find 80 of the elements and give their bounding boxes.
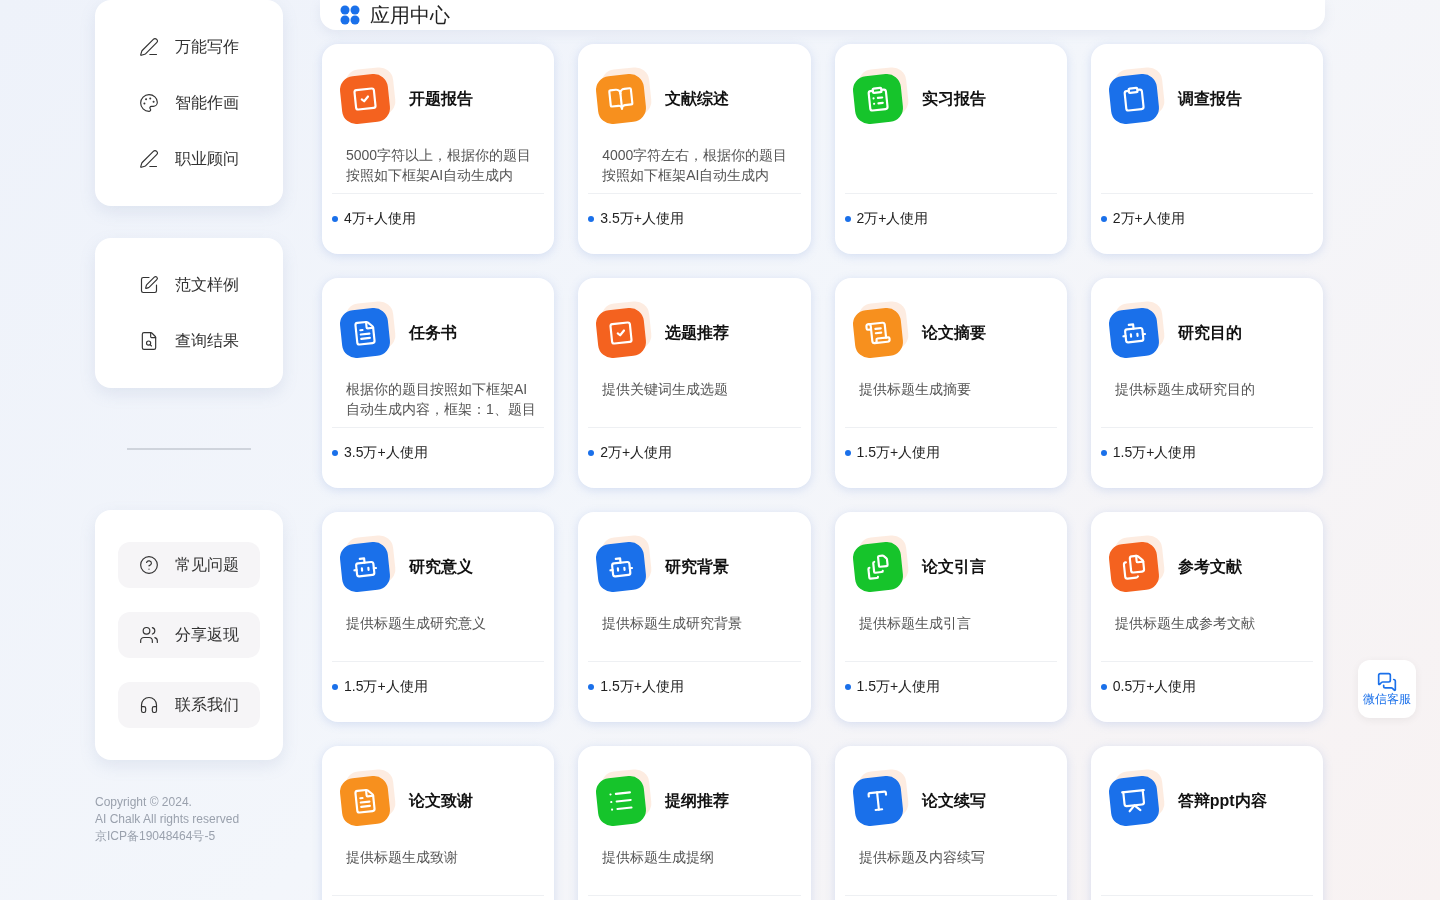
app-description: 提供关键词生成选题 <box>602 380 730 399</box>
sidebar-item-icon <box>139 695 159 715</box>
app-description: 提供标题生成提纲 <box>602 848 716 867</box>
app-card[interactable]: 提纲推荐 提供标题生成提纲 <box>578 746 811 900</box>
copyright-text: AI Chalk All rights reserved <box>95 811 241 828</box>
app-title: 文献综述 <box>665 89 730 109</box>
app-card[interactable]: 论文引言 提供标题生成引言 1.5万+人使用 <box>834 512 1067 722</box>
app-title: 论文续写 <box>921 791 986 811</box>
app-description: 提供标题生成摘要 <box>858 380 972 399</box>
app-title: 研究意义 <box>409 557 473 577</box>
app-description: 提供标题生成参考文献 <box>1114 614 1256 633</box>
sidebar-item[interactable]: 分享返现 <box>118 612 260 658</box>
usage-count: 0.5万+人使用 <box>1112 677 1197 696</box>
app-card[interactable]: 任务书 根据你的题目按照如下框架AI 自动生成内容，框架：1、题目 3.5万+人使用 <box>322 278 555 488</box>
app-title: 研究背景 <box>665 557 730 577</box>
app-card[interactable]: 论文摘要 提供标题生成摘要 1.5万+人使用 <box>834 278 1067 488</box>
app-card[interactable]: 选题推荐 提供关键词生成选题 2万+人使用 <box>578 278 811 488</box>
app-title: 研究目的 <box>1177 323 1242 343</box>
copyright-text: 京ICP备19048464号-5 <box>95 828 217 845</box>
chat-icon <box>1377 672 1397 692</box>
app-card[interactable]: 论文续写 提供标题及内容续写 <box>834 746 1067 900</box>
app-title: 开题报告 <box>409 89 473 109</box>
app-title: 任务书 <box>409 323 457 343</box>
wechat-service-button[interactable]: 微信客服 <box>1358 660 1416 718</box>
app-title: 论文引言 <box>921 557 986 577</box>
usage-count: 3.5万+人使用 <box>344 443 428 462</box>
app-card[interactable]: 开题报告 5000字符以上，根据你的题目 按照如下框架AI自动生成内 4万+人使用 <box>322 44 555 254</box>
app-description: 4000字符左右，根据你的题目 按照如下框架AI自动生成内 <box>602 146 789 185</box>
grid-icon <box>340 5 360 25</box>
sidebar-item-icon <box>139 331 159 351</box>
usage-count: 2万+人使用 <box>856 209 929 228</box>
app-card[interactable]: 文献综述 4000字符左右，根据你的题目 按照如下框架AI自动生成内 3.5万+人使用 <box>578 44 811 254</box>
usage-count: 3.5万+人使用 <box>600 209 684 228</box>
sidebar-item-icon <box>139 37 159 57</box>
sidebar-item-icon <box>139 275 159 295</box>
usage-count: 1.5万+人使用 <box>1112 443 1197 462</box>
app-title: 答辩ppt内容 <box>1177 791 1267 811</box>
page-title: 应用中心 <box>370 3 450 28</box>
sidebar-item[interactable]: 智能作画 <box>139 86 239 120</box>
app-title: 提纲推荐 <box>665 791 730 811</box>
app-description: 提供标题生成研究目的 <box>1114 380 1256 399</box>
sidebar-item[interactable]: 常见问题 <box>118 542 260 588</box>
sidebar-item[interactable]: 联系我们 <box>118 682 260 728</box>
app-card[interactable]: 答辩ppt内容 <box>1090 746 1323 900</box>
app-card[interactable]: 调查报告 2万+人使用 <box>1090 44 1323 254</box>
usage-count: 2万+人使用 <box>1112 209 1185 228</box>
app-description: 5000字符以上，根据你的题目 按照如下框架AI自动生成内 <box>346 146 533 185</box>
app-description: 提供标题生成研究背景 <box>602 614 744 633</box>
usage-count: 1.5万+人使用 <box>856 677 941 696</box>
app-card[interactable]: 实习报告 2万+人使用 <box>834 44 1067 254</box>
sidebar-item-icon <box>139 625 159 645</box>
usage-count: 2万+人使用 <box>600 443 673 462</box>
usage-count: 1.5万+人使用 <box>344 677 428 696</box>
sidebar-item[interactable]: 万能写作 <box>139 30 239 64</box>
sidebar-item[interactable]: 范文样例 <box>139 268 239 302</box>
app-card[interactable]: 参考文献 提供标题生成参考文献 0.5万+人使用 <box>1090 512 1323 722</box>
sidebar-item-icon <box>139 93 159 113</box>
app-title: 调查报告 <box>1177 89 1242 109</box>
usage-count: 1.5万+人使用 <box>856 443 941 462</box>
app-card[interactable]: 研究背景 提供标题生成研究背景 1.5万+人使用 <box>578 512 811 722</box>
copyright-text: Copyright © 2024. <box>95 794 193 811</box>
app-description: 提供标题生成引言 <box>858 614 972 633</box>
sidebar-item[interactable]: 查询结果 <box>139 324 239 358</box>
app-title: 论文摘要 <box>921 323 986 343</box>
app-title: 选题推荐 <box>665 323 730 343</box>
app-description: 提供标题生成研究意义 <box>346 614 487 633</box>
usage-count: 1.5万+人使用 <box>600 677 684 696</box>
app-description: 根据你的题目按照如下框架AI 自动生成内容，框架：1、题目 <box>346 380 537 419</box>
usage-count: 4万+人使用 <box>344 209 416 228</box>
sidebar-item-icon <box>139 149 159 169</box>
app-title: 实习报告 <box>921 89 986 109</box>
sidebar-item-icon <box>139 555 159 575</box>
app-description: 提供标题及内容续写 <box>858 848 986 867</box>
app-title: 参考文献 <box>1177 557 1242 577</box>
app-card[interactable]: 研究意义 提供标题生成研究意义 1.5万+人使用 <box>322 512 555 722</box>
sidebar-item[interactable]: 职业顾问 <box>139 142 239 176</box>
app-description: 提供标题生成致谢 <box>346 848 459 867</box>
app-title: 论文致谢 <box>409 791 473 811</box>
app-card[interactable]: 论文致谢 提供标题生成致谢 <box>322 746 555 900</box>
app-card[interactable]: 研究目的 提供标题生成研究目的 1.5万+人使用 <box>1090 278 1323 488</box>
